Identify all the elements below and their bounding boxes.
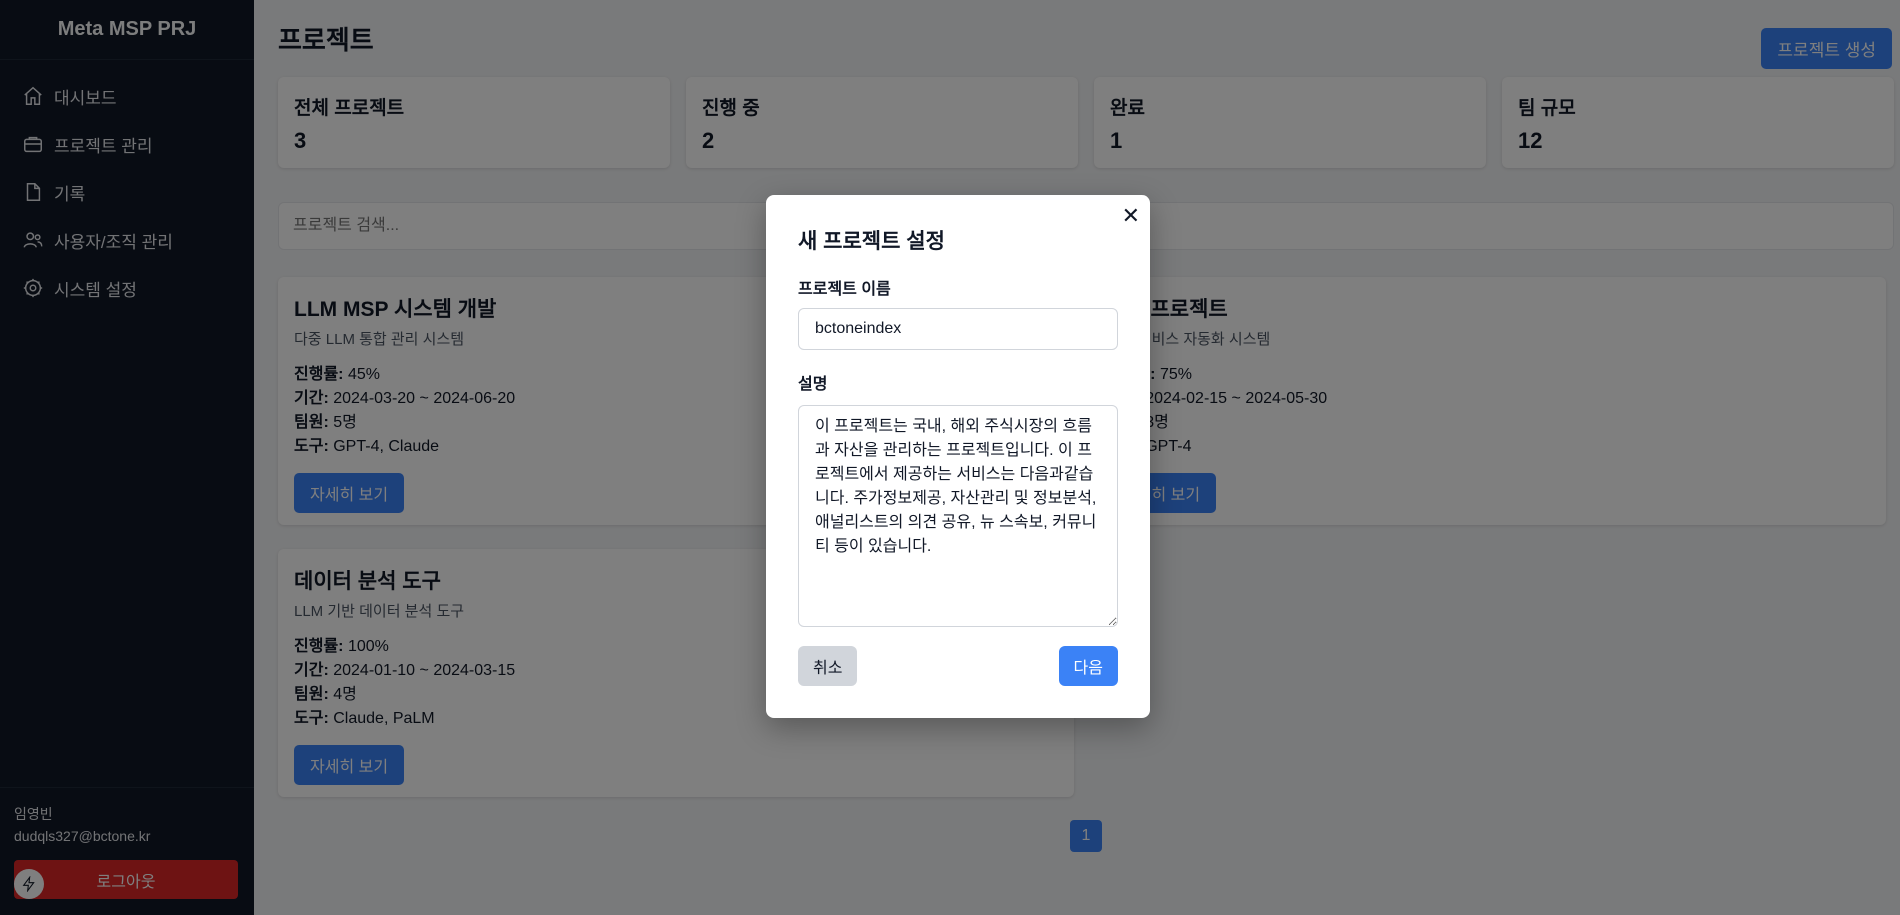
description-textarea[interactable]: 이 프로젝트는 국내, 해외 주식시장의 흐름과 자산을 관리하는 프로젝트입니… <box>798 405 1118 627</box>
next-button[interactable]: 다음 <box>1058 646 1118 686</box>
modal-actions: 취소 다음 <box>798 646 1118 686</box>
cancel-button[interactable]: 취소 <box>798 646 858 686</box>
new-project-modal: ✕ 새 프로젝트 설정 프로젝트 이름 설명 이 프로젝트는 국내, 해외 주식… <box>766 195 1150 718</box>
project-name-input[interactable] <box>798 308 1118 350</box>
modal-title: 새 프로젝트 설정 <box>798 230 945 253</box>
project-name-label: 프로젝트 이름 <box>798 281 891 298</box>
description-label: 설명 <box>798 376 828 393</box>
close-icon[interactable]: ✕ <box>1122 203 1140 229</box>
